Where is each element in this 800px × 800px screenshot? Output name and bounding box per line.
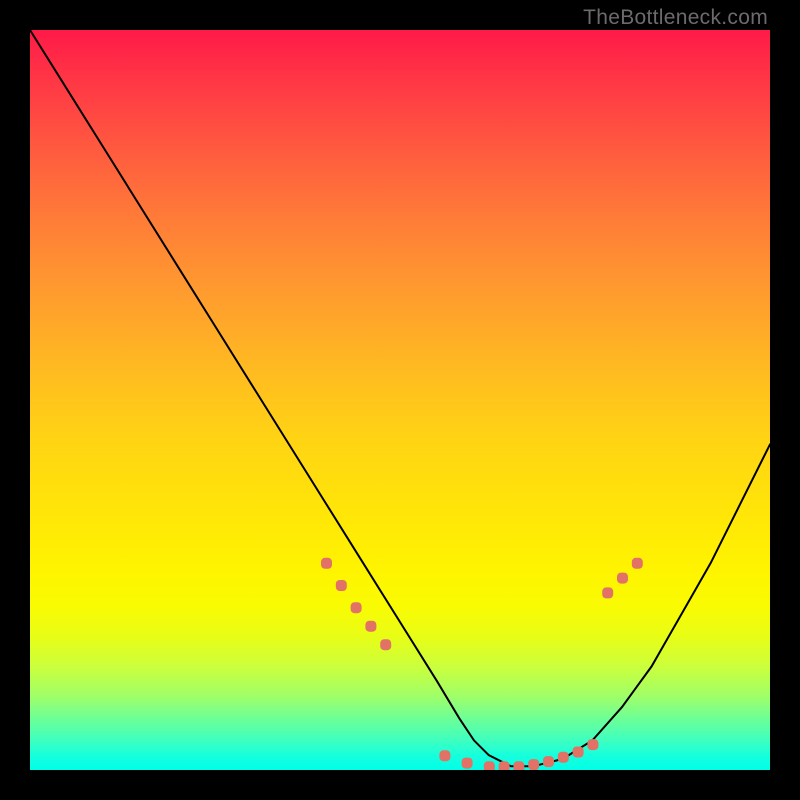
curve-marker: [336, 580, 347, 591]
curve-marker: [499, 761, 510, 770]
curve-marker: [513, 761, 524, 770]
curve-marker: [587, 739, 598, 750]
curve-marker: [462, 758, 473, 769]
curve-marker: [484, 761, 495, 770]
watermark-text: TheBottleneck.com: [583, 6, 768, 30]
curve-marker: [321, 558, 332, 569]
curve-marker: [528, 759, 539, 770]
curve-marker: [573, 747, 584, 758]
curve-marker: [602, 587, 613, 598]
chart-svg: [30, 30, 770, 770]
chart-container: TheBottleneck.com: [0, 0, 800, 800]
curve-marker: [380, 639, 391, 650]
plot-area: [30, 30, 770, 770]
curve-marker: [617, 573, 628, 584]
curve-marker: [439, 750, 450, 761]
curve-marker: [365, 621, 376, 632]
curve-marker: [558, 752, 569, 763]
curve-marker: [351, 602, 362, 613]
bottleneck-curve: [30, 30, 770, 766]
curve-marker: [632, 558, 643, 569]
curve-marker: [543, 756, 554, 767]
